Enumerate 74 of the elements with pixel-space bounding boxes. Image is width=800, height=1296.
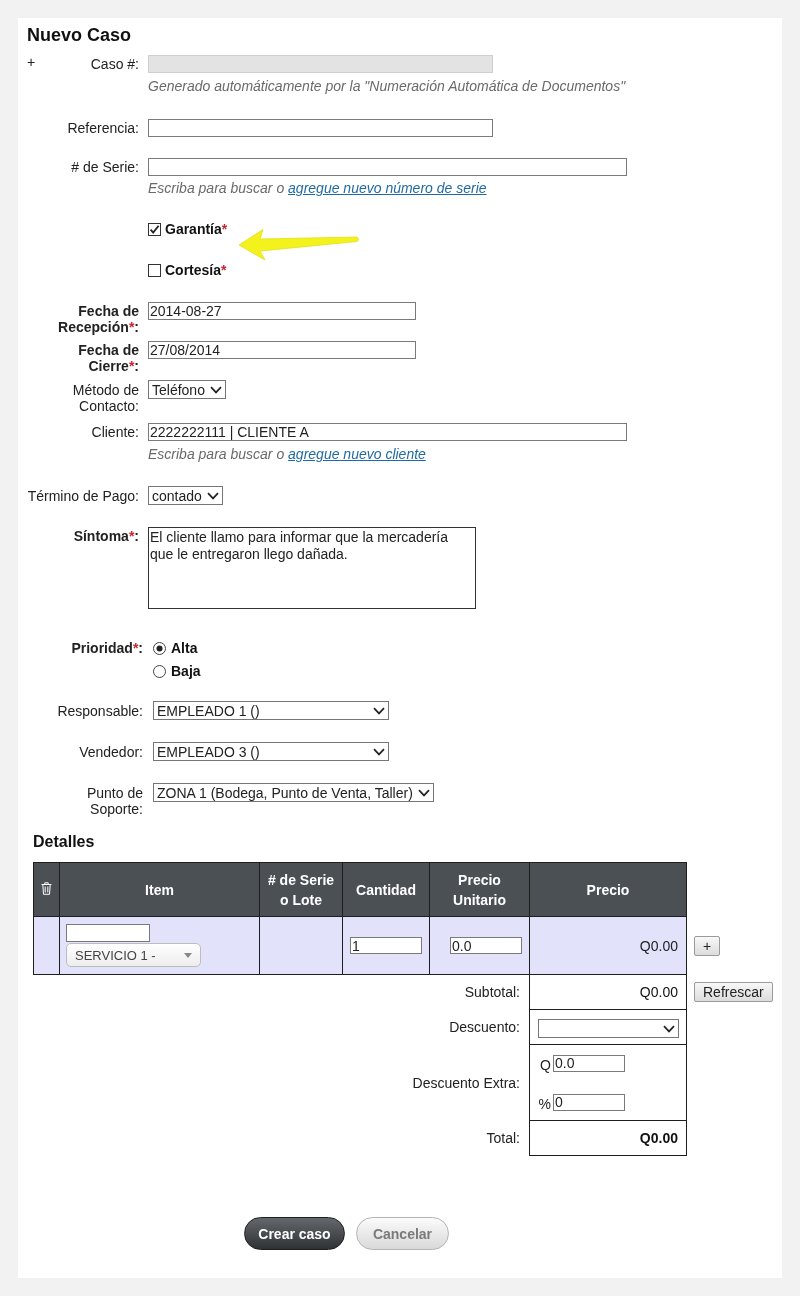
radio-button[interactable] — [153, 664, 166, 678]
radio-label: Alta — [171, 640, 198, 656]
dropdown[interactable]: Teléfono — [148, 380, 226, 399]
input-field[interactable] — [148, 119, 493, 137]
dropdown[interactable]: EMPLEADO 1 () — [153, 701, 389, 720]
section-title: Detalles — [33, 833, 96, 851]
input-field[interactable]: 1 — [350, 937, 422, 954]
dropdown[interactable]: contado — [148, 486, 223, 505]
input-field[interactable]: 0.0 — [450, 937, 522, 954]
input-field[interactable]: 2222222111 | CLIENTE A — [148, 423, 627, 441]
column-header: Cantidad — [342, 862, 430, 917]
dropdown[interactable]: ZONA 1 (Bodega, Punto de Venta, Taller) — [153, 783, 434, 802]
combobox[interactable]: SERVICIO 1 - — [66, 943, 201, 967]
radio-label: Baja — [171, 663, 201, 679]
expand-toggle[interactable]: + — [27, 54, 36, 70]
link[interactable]: agregue nuevo cliente — [288, 446, 426, 462]
hint-text: Escriba para buscar o agregue nuevo número de serie — [148, 180, 487, 196]
refresh-button[interactable]: Refrescar — [694, 982, 773, 1002]
checkbox-label: Cortesía* — [165, 262, 227, 278]
input-field[interactable]: 0 — [553, 1093, 625, 1111]
input-field[interactable] — [148, 158, 627, 176]
hint-text: Generado automáticamente por la "Numeración Automática de Documentos" — [148, 78, 626, 94]
prefix-label: % — [538, 1096, 551, 1111]
field-label: Cliente: — [91, 423, 139, 440]
column-header: Precio Unitario — [429, 862, 530, 917]
dropdown[interactable]: EMPLEADO 3 () — [153, 742, 389, 761]
summary-label: Subtotal: — [33, 974, 530, 1010]
trash-icon — [41, 881, 52, 895]
field-label: Fecha de Recepción*: — [57, 302, 139, 335]
input-field[interactable]: 0.0 — [553, 1054, 625, 1072]
column-header: # de Serie o Lote — [259, 862, 343, 917]
field-label: Prioridad*: — [71, 640, 143, 656]
table-cell: Q0.00 — [529, 916, 687, 975]
chevron-down-icon — [663, 1024, 675, 1033]
field-label: Método de Contacto: — [71, 381, 139, 414]
column-header: Precio — [529, 862, 687, 917]
link[interactable]: agregue nuevo número de serie — [288, 180, 487, 196]
field-label: Síntoma*: — [73, 527, 139, 544]
text-area[interactable]: El cliente llamo para informar que la mercadería que le entregaron llego dañada. — [148, 527, 476, 609]
chevron-down-icon — [373, 747, 385, 756]
dropdown[interactable] — [538, 1019, 679, 1039]
field-label: Referencia: — [67, 119, 139, 136]
field-label: Caso #: — [90, 55, 139, 72]
cancel-button[interactable]: Cancelar — [356, 1217, 449, 1250]
submit-button[interactable]: Crear caso — [244, 1217, 345, 1250]
input-field[interactable]: 27/08/2014 — [148, 341, 416, 359]
prefix-label: Q — [539, 1057, 551, 1072]
checkbox-label: Garantía* — [165, 221, 228, 237]
chevron-down-icon — [206, 491, 219, 500]
field-label: # de Serie: — [71, 158, 139, 175]
table-cell: Q0.00 — [529, 974, 687, 1010]
checkbox[interactable] — [148, 222, 161, 236]
chevron-down-icon — [209, 385, 222, 394]
field-label: Vendedor: — [79, 743, 143, 760]
radio-button[interactable] — [153, 641, 166, 655]
page-title: Nuevo Caso — [27, 25, 133, 45]
add-row-button[interactable]: + — [694, 935, 721, 956]
input-field[interactable]: 2014-08-27 — [148, 302, 416, 320]
summary-label: Descuento Extra: — [33, 1044, 530, 1121]
summary-label: Descuento: — [33, 1009, 530, 1045]
chevron-down-icon — [373, 706, 385, 715]
summary-label: Total: — [33, 1120, 530, 1156]
checkbox[interactable] — [148, 263, 161, 277]
column-header: Item — [59, 862, 260, 917]
field-label: Punto de Soporte: — [85, 784, 143, 817]
chevron-down-icon — [417, 788, 430, 797]
hint-text: Escriba para buscar o agregue nuevo cliente — [148, 446, 426, 462]
caret-icon — [184, 952, 192, 958]
field-label: Responsable: — [57, 702, 143, 719]
table-cell: Q0.00 — [529, 1120, 687, 1156]
arrow-icon — [238, 228, 361, 261]
field-label: Término de Pago: — [27, 487, 139, 504]
input-field[interactable] — [66, 924, 150, 942]
field-label: Fecha de Cierre*: — [77, 341, 139, 374]
